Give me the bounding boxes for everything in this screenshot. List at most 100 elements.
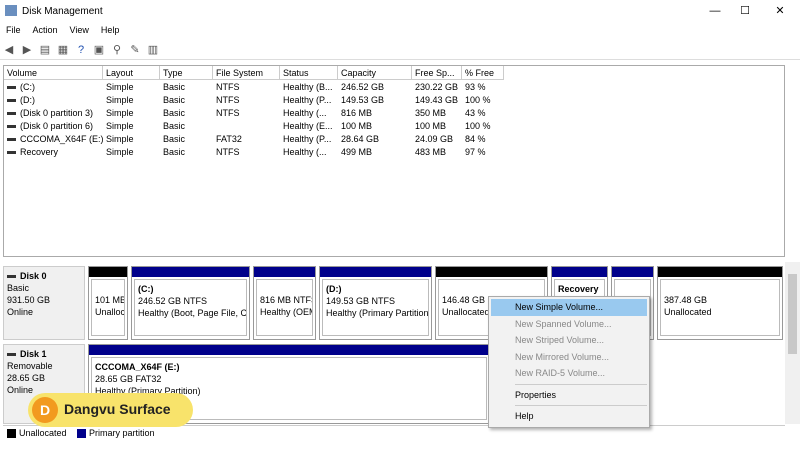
legend-swatch-unallocated	[7, 429, 16, 439]
table-cell: Healthy (E...	[280, 120, 338, 133]
cell-text: 246.52 GB	[341, 82, 385, 92]
partition-line1: 28.65 GB FAT32	[95, 374, 162, 384]
partition-primary[interactable]: (C:) 246.52 GB NTFS Healthy (Boot, Page Fi…	[131, 266, 250, 340]
cell-text: 230.22 GB	[415, 82, 459, 92]
column-header[interactable]: Type	[160, 66, 213, 80]
volume-name[interactable]: (D:)	[4, 94, 103, 107]
disk-name: Disk 1	[20, 349, 47, 359]
table-cell: NTFS	[213, 81, 280, 94]
partition-title: Recovery	[558, 284, 599, 294]
table-cell: 499 MB	[338, 146, 412, 159]
column-header[interactable]: Volume	[4, 66, 103, 80]
table-cell: Healthy (...	[280, 107, 338, 120]
menu-help[interactable]: Help	[95, 23, 126, 37]
cell-text: 100 MB	[341, 121, 373, 131]
partition-title: (D:)	[326, 284, 342, 294]
table-cell: 246.52 GB	[338, 81, 412, 94]
disk-name: Disk 0	[20, 271, 47, 281]
context-menu-item[interactable]: New RAID-5 Volume...	[491, 365, 647, 382]
volume-name[interactable]: CCCOMA_X64F (E:)	[4, 133, 103, 146]
table-cell: 43 %	[462, 107, 504, 120]
cell-text: Healthy (...	[283, 147, 327, 157]
connect-icon[interactable]: ⚲	[110, 43, 124, 57]
back-icon[interactable]: ◀	[2, 43, 16, 57]
table-cell: 84 %	[462, 133, 504, 146]
table-icon[interactable]: ▣	[92, 43, 106, 57]
menu-file[interactable]: File	[0, 23, 27, 37]
partition-primary[interactable]: (D:) 149.53 GB NTFS Healthy (Primary Parti…	[319, 266, 432, 340]
cell-text: Basic	[163, 147, 186, 157]
table-cell: Simple	[103, 81, 160, 94]
partition-unallocated[interactable]: 101 MB Unallocated	[88, 266, 128, 340]
cell-text: 93 %	[465, 82, 486, 92]
toolbar: ◀ ▶ ▤ ▦? ▣ ⚲ ✎ ▥	[0, 40, 800, 60]
cell-text: Simple	[106, 121, 134, 131]
column-header[interactable]: Layout	[103, 66, 160, 80]
column-header[interactable]: Free Sp...	[412, 66, 462, 80]
view-icon[interactable]: ▥	[146, 43, 160, 57]
table-cell: 100 %	[462, 120, 504, 133]
settings-icon[interactable]: ✎	[128, 43, 142, 57]
menu-separator	[515, 405, 647, 406]
menu-action[interactable]: Action	[27, 23, 64, 37]
column-header[interactable]: Status	[280, 66, 338, 80]
forward-icon[interactable]: ▶	[20, 43, 34, 57]
volume-icon	[7, 112, 16, 116]
disk-type: Removable	[7, 361, 53, 371]
table-cell: 28.64 GB	[338, 133, 412, 146]
column-header[interactable]: File System	[213, 66, 280, 80]
help-icon[interactable]: ?	[74, 43, 88, 57]
table-cell: 230.22 GB	[412, 81, 462, 94]
scrollbar[interactable]	[785, 262, 800, 424]
partition-line1: 101 MB	[95, 295, 125, 305]
legend-unallocated: Unallocated	[19, 428, 67, 438]
volume-name[interactable]: (C:)	[4, 81, 103, 94]
menu-view[interactable]: View	[64, 23, 95, 37]
list-view-icon[interactable]: ▤	[38, 43, 52, 57]
table-cell: Basic	[160, 120, 213, 133]
context-menu-item[interactable]: Properties	[491, 387, 647, 404]
table-cell: NTFS	[213, 107, 280, 120]
cell-text: Basic	[163, 82, 186, 92]
volume-name[interactable]: (Disk 0 partition 3)	[4, 107, 103, 120]
context-menu-item[interactable]: Help	[491, 408, 647, 425]
scrollbar-thumb[interactable]	[788, 274, 797, 354]
table-cell: FAT32	[213, 133, 280, 146]
partition-bar	[658, 267, 782, 277]
partition-body: 816 MB NTFS Healthy (OEM Partition)	[256, 279, 313, 336]
close-button[interactable]: ✕	[765, 3, 795, 19]
table-cell: Basic	[160, 133, 213, 146]
context-menu-item[interactable]: New Mirrored Volume...	[491, 349, 647, 366]
context-menu-item[interactable]: New Simple Volume...	[491, 299, 647, 316]
partition-unallocated[interactable]: 387.48 GB Unallocated	[657, 266, 783, 340]
cell-text: Simple	[106, 134, 134, 144]
cell-text: Healthy (P...	[283, 95, 332, 105]
cell-text: NTFS	[216, 95, 240, 105]
context-menu-item[interactable]: New Striped Volume...	[491, 332, 647, 349]
volume-name[interactable]: Recovery	[4, 146, 103, 159]
table-cell	[213, 120, 280, 133]
partition-bar	[89, 345, 489, 355]
partition-line2: Healthy (OEM Partition)	[260, 307, 312, 317]
disk-label[interactable]: Disk 0 Basic 931.50 GB Online	[3, 266, 85, 340]
maximize-button[interactable]: ☐	[730, 3, 760, 19]
minimize-button[interactable]: —	[700, 3, 730, 19]
partition-bar	[552, 267, 607, 277]
table-cell: Simple	[103, 94, 160, 107]
menu-bar: File Action View Help	[0, 23, 800, 39]
title-bar: Disk Management — ☐ ✕	[0, 0, 800, 22]
menu-separator	[515, 383, 647, 385]
partition-primary[interactable]: 816 MB NTFS Healthy (OEM Partition)	[253, 266, 316, 340]
context-menu-item[interactable]: New Spanned Volume...	[491, 316, 647, 333]
legend: Unallocated Primary partition	[3, 425, 785, 440]
cell-text: 816 MB	[341, 108, 373, 118]
window-title: Disk Management	[22, 6, 103, 17]
table-cell: Simple	[103, 107, 160, 120]
column-header[interactable]: % Free	[462, 66, 504, 80]
disk-size: 28.65 GB	[7, 373, 46, 383]
table-cell: Simple	[103, 133, 160, 146]
cell-text: Simple	[106, 147, 134, 157]
column-header[interactable]: Capacity	[338, 66, 412, 80]
volume-name[interactable]: (Disk 0 partition 6)	[4, 120, 103, 133]
properties-icon[interactable]: ▦	[56, 43, 70, 57]
